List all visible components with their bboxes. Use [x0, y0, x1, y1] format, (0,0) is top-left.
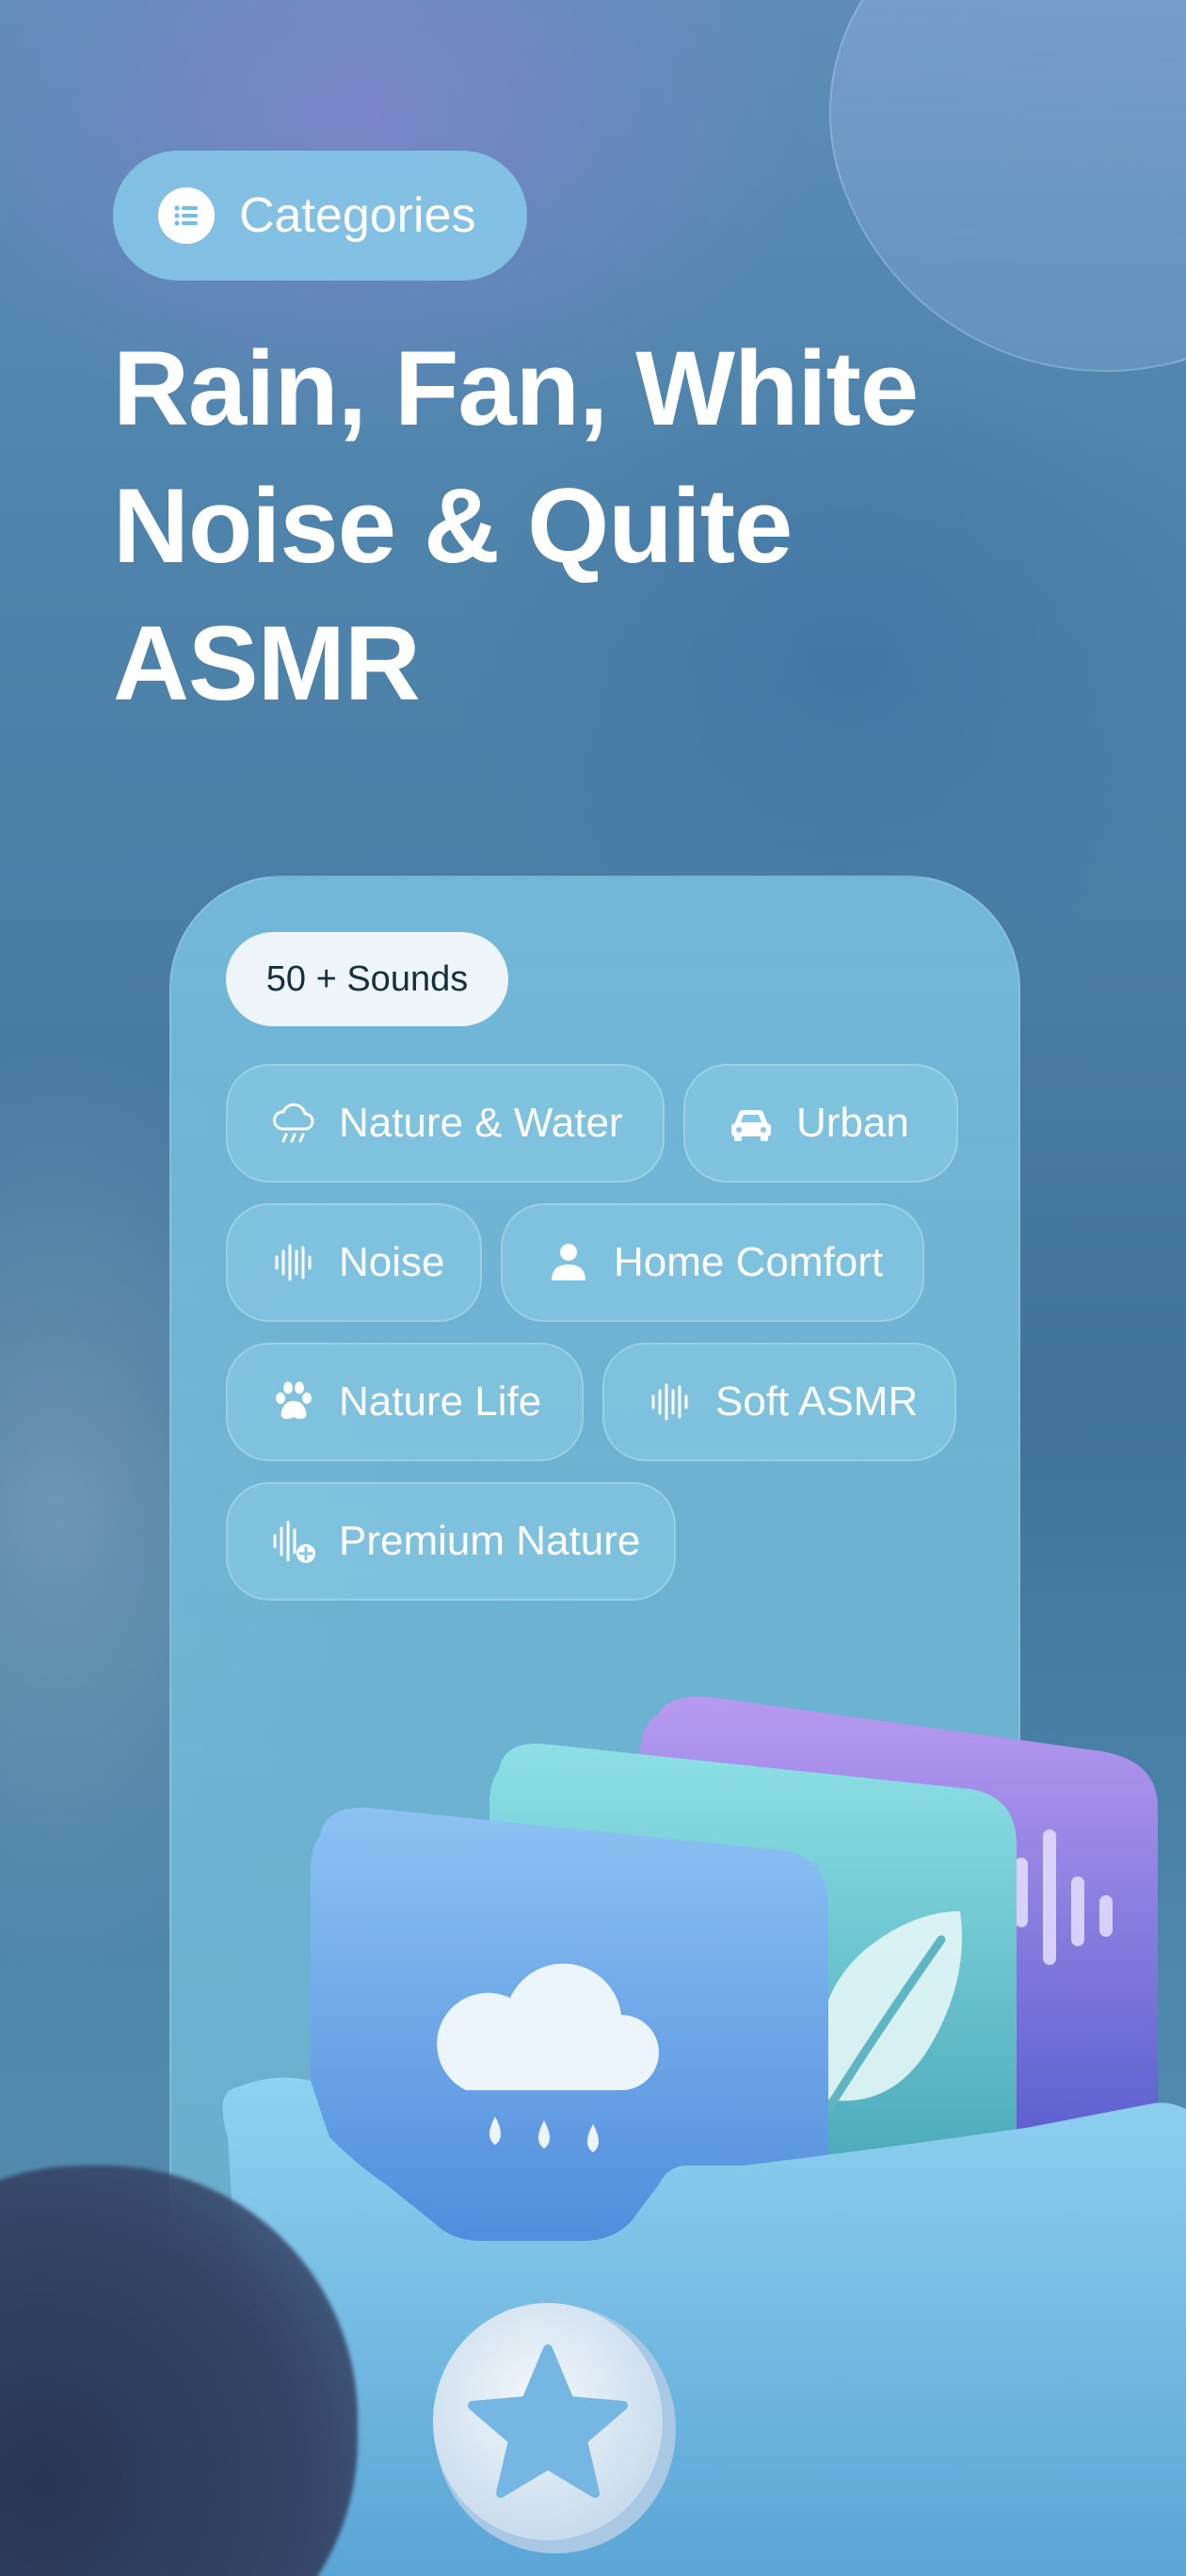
chip-home-comfort[interactable]: Home Comfort — [501, 1203, 924, 1322]
title-line-3: ASMR — [113, 604, 421, 722]
category-box-illustration — [222, 1696, 1186, 2576]
chip-label: Nature & Water — [339, 1100, 623, 1146]
chip-nature-life[interactable]: Nature Life — [226, 1343, 584, 1461]
chip-label: Premium Nature — [339, 1518, 641, 1564]
person-icon — [542, 1236, 595, 1289]
cloud-rain-icon — [267, 1097, 320, 1150]
chip-urban[interactable]: Urban — [683, 1064, 958, 1183]
chip-premium-nature[interactable]: Premium Nature — [226, 1482, 676, 1601]
app-screen: Categories Rain, Fan, White Noise & Quit… — [0, 0, 1186, 2576]
chip-noise[interactable]: Noise — [226, 1203, 482, 1322]
title-line-1: Rain, Fan, White — [113, 330, 919, 447]
categories-button[interactable]: Categories — [113, 151, 527, 281]
chip-label: Noise — [339, 1239, 445, 1285]
waveform-icon — [267, 1236, 320, 1289]
chip-soft-asmr[interactable]: Soft ASMR — [602, 1343, 956, 1461]
car-icon — [725, 1097, 777, 1150]
sound-count-badge: 50 + Sounds — [226, 932, 508, 1026]
paw-icon — [267, 1376, 320, 1428]
chip-label: Urban — [796, 1100, 909, 1146]
page-title: Rain, Fan, White Noise & Quite ASMR — [113, 320, 1054, 733]
waveform-plus-icon — [267, 1515, 320, 1568]
waveform-icon — [644, 1376, 697, 1428]
star-badge — [433, 2303, 676, 2553]
title-line-2: Noise & Quite — [113, 467, 793, 585]
chip-nature-water[interactable]: Nature & Water — [226, 1064, 665, 1183]
chip-label: Nature Life — [339, 1378, 542, 1425]
categories-label: Categories — [239, 188, 476, 243]
list-icon — [158, 187, 215, 244]
chip-label: Home Comfort — [614, 1239, 884, 1285]
chip-label: Soft ASMR — [715, 1378, 919, 1425]
